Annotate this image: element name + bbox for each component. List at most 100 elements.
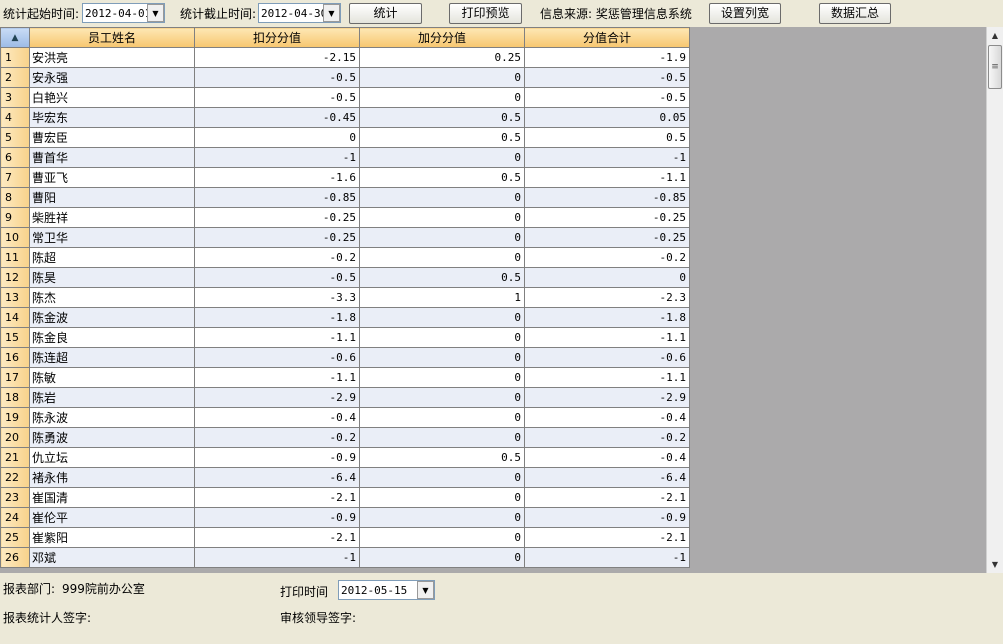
table-row[interactable]: 19 陈永波 -0.4 0 -0.4 [0, 407, 690, 428]
bonus-cell[interactable]: 0 [359, 487, 525, 508]
end-date-value[interactable]: 2012-04-30 [259, 7, 323, 20]
bonus-cell[interactable]: 0 [359, 527, 525, 548]
deduct-cell[interactable]: -0.9 [194, 507, 360, 528]
stat-button[interactable]: 统计 [349, 3, 422, 24]
table-row[interactable]: 9 柴胜祥 -0.25 0 -0.25 [0, 207, 690, 228]
employee-name-cell[interactable]: 崔伦平 [29, 507, 195, 528]
bonus-cell[interactable]: 0 [359, 307, 525, 328]
bonus-cell[interactable]: 1 [359, 287, 525, 308]
table-row[interactable]: 24 崔伦平 -0.9 0 -0.9 [0, 507, 690, 528]
column-header-name[interactable]: 员工姓名 [29, 27, 195, 48]
row-number[interactable]: 7 [0, 167, 30, 188]
table-row[interactable]: 20 陈勇波 -0.2 0 -0.2 [0, 427, 690, 448]
table-row[interactable]: 4 毕宏东 -0.45 0.5 0.05 [0, 107, 690, 128]
total-cell[interactable]: -0.25 [524, 207, 690, 228]
deduct-cell[interactable]: -0.6 [194, 347, 360, 368]
bonus-cell[interactable]: 0 [359, 407, 525, 428]
deduct-cell[interactable]: -0.2 [194, 427, 360, 448]
total-cell[interactable]: -0.5 [524, 87, 690, 108]
total-cell[interactable]: -1.8 [524, 307, 690, 328]
deduct-cell[interactable]: -1 [194, 147, 360, 168]
row-number[interactable]: 14 [0, 307, 30, 328]
set-column-width-button[interactable]: 设置列宽 [709, 3, 781, 24]
table-row[interactable]: 14 陈金波 -1.8 0 -1.8 [0, 307, 690, 328]
total-cell[interactable]: -0.6 [524, 347, 690, 368]
bonus-cell[interactable]: 0.5 [359, 167, 525, 188]
total-cell[interactable]: 0.5 [524, 127, 690, 148]
deduct-cell[interactable]: -3.3 [194, 287, 360, 308]
row-number[interactable]: 2 [0, 67, 30, 88]
row-number[interactable]: 18 [0, 387, 30, 408]
row-number[interactable]: 16 [0, 347, 30, 368]
deduct-cell[interactable]: -2.1 [194, 487, 360, 508]
employee-name-cell[interactable]: 陈超 [29, 247, 195, 268]
deduct-cell[interactable]: -1.6 [194, 167, 360, 188]
total-cell[interactable]: -0.85 [524, 187, 690, 208]
scroll-down-icon[interactable]: ▼ [987, 556, 1003, 573]
table-row[interactable]: 18 陈岩 -2.9 0 -2.9 [0, 387, 690, 408]
employee-name-cell[interactable]: 陈勇波 [29, 427, 195, 448]
table-row[interactable]: 3 白艳兴 -0.5 0 -0.5 [0, 87, 690, 108]
employee-name-cell[interactable]: 崔国清 [29, 487, 195, 508]
total-cell[interactable]: -0.25 [524, 227, 690, 248]
deduct-cell[interactable]: -0.25 [194, 207, 360, 228]
total-cell[interactable]: -0.2 [524, 427, 690, 448]
total-cell[interactable]: -1.1 [524, 327, 690, 348]
table-row[interactable]: 17 陈敏 -1.1 0 -1.1 [0, 367, 690, 388]
bonus-cell[interactable]: 0 [359, 247, 525, 268]
employee-name-cell[interactable]: 陈永波 [29, 407, 195, 428]
bonus-cell[interactable]: 0 [359, 547, 525, 568]
total-cell[interactable]: -1.1 [524, 167, 690, 188]
employee-name-cell[interactable]: 陈敏 [29, 367, 195, 388]
bonus-cell[interactable]: 0 [359, 427, 525, 448]
employee-name-cell[interactable]: 曹首华 [29, 147, 195, 168]
employee-name-cell[interactable]: 陈昊 [29, 267, 195, 288]
deduct-cell[interactable]: -6.4 [194, 467, 360, 488]
employee-name-cell[interactable]: 安洪亮 [29, 47, 195, 68]
bonus-cell[interactable]: 0.5 [359, 267, 525, 288]
table-row[interactable]: 7 曹亚飞 -1.6 0.5 -1.1 [0, 167, 690, 188]
total-cell[interactable]: -1 [524, 147, 690, 168]
deduct-cell[interactable]: -0.25 [194, 227, 360, 248]
total-cell[interactable]: -2.1 [524, 487, 690, 508]
print-date-value[interactable]: 2012-05-15 [339, 584, 417, 597]
deduct-cell[interactable]: -0.45 [194, 107, 360, 128]
table-row[interactable]: 16 陈连超 -0.6 0 -0.6 [0, 347, 690, 368]
total-cell[interactable]: -1.1 [524, 367, 690, 388]
total-cell[interactable]: 0.05 [524, 107, 690, 128]
table-row[interactable]: 2 安永强 -0.5 0 -0.5 [0, 67, 690, 88]
row-number[interactable]: 4 [0, 107, 30, 128]
row-number[interactable]: 5 [0, 127, 30, 148]
bonus-cell[interactable]: 0.5 [359, 107, 525, 128]
employee-name-cell[interactable]: 曹阳 [29, 187, 195, 208]
employee-name-cell[interactable]: 陈杰 [29, 287, 195, 308]
deduct-cell[interactable]: -1 [194, 547, 360, 568]
deduct-cell[interactable]: -0.9 [194, 447, 360, 468]
print-date-picker[interactable]: 2012-05-15 ▼ [338, 580, 435, 600]
row-number[interactable]: 25 [0, 527, 30, 548]
table-row[interactable]: 12 陈昊 -0.5 0.5 0 [0, 267, 690, 288]
data-summary-button[interactable]: 数据汇总 [819, 3, 891, 24]
row-number[interactable]: 9 [0, 207, 30, 228]
column-header-deduct[interactable]: 扣分分值 [194, 27, 360, 48]
total-cell[interactable]: -6.4 [524, 467, 690, 488]
row-number[interactable]: 6 [0, 147, 30, 168]
total-cell[interactable]: -1.9 [524, 47, 690, 68]
total-cell[interactable]: -1 [524, 547, 690, 568]
deduct-cell[interactable]: -1.1 [194, 327, 360, 348]
chevron-down-icon[interactable]: ▼ [147, 4, 164, 22]
deduct-cell[interactable]: -2.9 [194, 387, 360, 408]
row-number[interactable]: 13 [0, 287, 30, 308]
deduct-cell[interactable]: -2.15 [194, 47, 360, 68]
total-cell[interactable]: -0.2 [524, 247, 690, 268]
employee-name-cell[interactable]: 曹宏臣 [29, 127, 195, 148]
total-cell[interactable]: -2.1 [524, 527, 690, 548]
row-number[interactable]: 8 [0, 187, 30, 208]
deduct-cell[interactable]: -0.5 [194, 87, 360, 108]
total-cell[interactable]: -0.4 [524, 407, 690, 428]
row-number[interactable]: 22 [0, 467, 30, 488]
row-number[interactable]: 1 [0, 47, 30, 68]
row-number[interactable]: 3 [0, 87, 30, 108]
bonus-cell[interactable]: 0 [359, 67, 525, 88]
employee-name-cell[interactable]: 褚永伟 [29, 467, 195, 488]
